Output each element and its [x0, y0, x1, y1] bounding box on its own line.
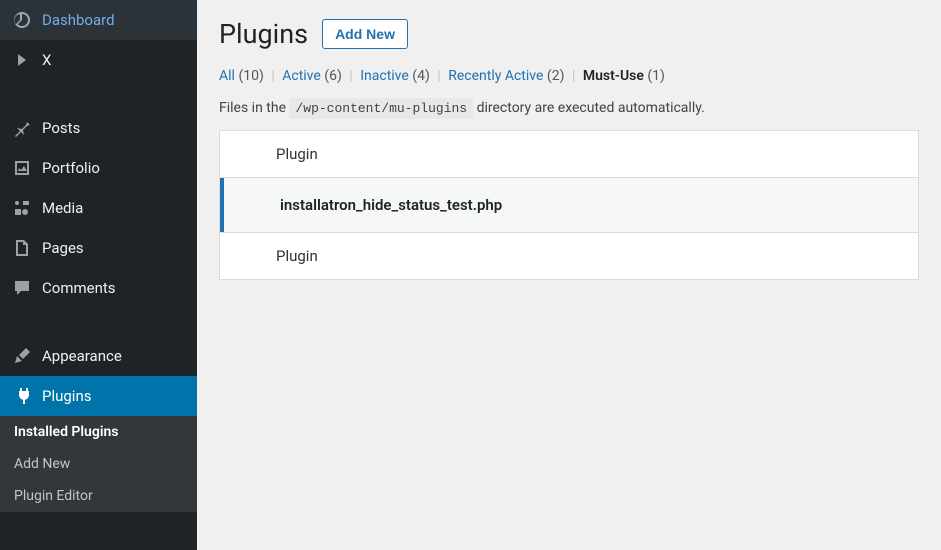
filter-inactive[interactable]: Inactive (4): [360, 68, 430, 84]
sidebar-separator: [0, 308, 197, 336]
filter-must-use[interactable]: Must-Use (1): [583, 68, 665, 84]
mu-plugins-path: /wp-content/mu-plugins: [289, 98, 473, 119]
submenu-installed-plugins[interactable]: Installed Plugins: [0, 416, 197, 448]
sidebar-item-label: X: [42, 51, 51, 69]
portfolio-icon: [12, 158, 32, 178]
sidebar-item-label: Posts: [42, 119, 80, 137]
sidebar-separator: [0, 80, 197, 108]
page-title: Plugins: [219, 18, 308, 50]
sidebar-item-posts[interactable]: Posts: [0, 108, 197, 148]
table-header-plugin: Plugin: [220, 131, 918, 178]
submenu-add-new[interactable]: Add New: [0, 448, 197, 480]
filter-all[interactable]: All (10): [219, 68, 264, 84]
sidebar-item-plugins[interactable]: Plugins: [0, 376, 197, 416]
plugins-submenu: Installed Plugins Add New Plugin Editor: [0, 416, 197, 512]
sidebar-item-appearance[interactable]: Appearance: [0, 336, 197, 376]
main-content: Plugins Add New All (10) | Active (6) | …: [197, 0, 941, 550]
sidebar-item-label: Comments: [42, 279, 116, 297]
media-icon: [12, 198, 32, 218]
mu-plugins-info: Files in the /wp-content/mu-plugins dire…: [219, 100, 919, 116]
plugin-filters: All (10) | Active (6) | Inactive (4) | R…: [219, 68, 919, 84]
submenu-plugin-editor[interactable]: Plugin Editor: [0, 480, 197, 512]
sidebar-item-label: Dashboard: [42, 11, 115, 29]
pin-icon: [12, 118, 32, 138]
page-header: Plugins Add New: [219, 18, 919, 50]
sidebar-item-label: Media: [42, 199, 83, 217]
comments-icon: [12, 278, 32, 298]
dashboard-icon: [12, 10, 32, 30]
sidebar-item-x[interactable]: X: [0, 40, 197, 80]
sidebar-item-pages[interactable]: Pages: [0, 228, 197, 268]
table-row: installatron_hide_status_test.php: [220, 178, 918, 232]
chevron-right-icon: [12, 50, 32, 70]
sidebar-item-label: Appearance: [42, 347, 122, 365]
plugins-table: Plugin installatron_hide_status_test.php…: [219, 130, 919, 280]
admin-sidebar: Dashboard X Posts Portfolio Media Pages …: [0, 0, 197, 550]
plugins-icon: [12, 386, 32, 406]
sidebar-item-label: Pages: [42, 239, 84, 257]
appearance-icon: [12, 346, 32, 366]
sidebar-item-media[interactable]: Media: [0, 188, 197, 228]
sidebar-item-label: Plugins: [42, 387, 91, 405]
add-new-button[interactable]: Add New: [322, 19, 408, 49]
sidebar-item-comments[interactable]: Comments: [0, 268, 197, 308]
filter-recently-active[interactable]: Recently Active (2): [448, 68, 564, 84]
filter-active[interactable]: Active (6): [282, 68, 342, 84]
table-footer-plugin: Plugin: [220, 232, 918, 279]
sidebar-item-label: Portfolio: [42, 159, 100, 177]
sidebar-item-dashboard[interactable]: Dashboard: [0, 0, 197, 40]
sidebar-item-portfolio[interactable]: Portfolio: [0, 148, 197, 188]
pages-icon: [12, 238, 32, 258]
